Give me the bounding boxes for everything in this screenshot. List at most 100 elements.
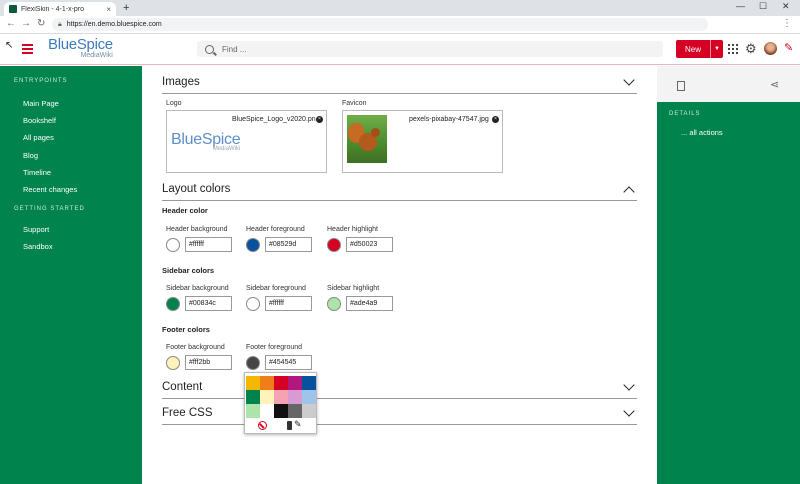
- all-actions-link[interactable]: ... all actions: [681, 128, 723, 137]
- palette-swatch[interactable]: [274, 390, 288, 404]
- palette-swatch[interactable]: [260, 404, 274, 418]
- palette-swatch[interactable]: [274, 376, 288, 390]
- apps-grid-icon[interactable]: [728, 44, 738, 54]
- content-section-header[interactable]: Content: [162, 379, 637, 399]
- palette-swatch[interactable]: [246, 404, 260, 418]
- sidebar-item-bookshelf[interactable]: Bookshelf: [0, 116, 56, 125]
- favicon-filename: pexels-pixabay-47547.jpg: [409, 116, 489, 123]
- sidebar-foreground-swatch[interactable]: [246, 296, 260, 311]
- browser-tab[interactable]: FlexiSkin - 4-1-x-pro ×: [4, 2, 116, 16]
- header-background-swatch[interactable]: [166, 237, 180, 252]
- favicon-remove-icon[interactable]: ×: [492, 116, 499, 123]
- free-css-section-header[interactable]: Free CSS: [162, 405, 637, 425]
- sidebar-foreground-input[interactable]: #ffffff: [265, 296, 312, 311]
- hamburger-menu-icon[interactable]: [22, 44, 33, 54]
- palette-swatch[interactable]: [246, 376, 260, 390]
- favicon-upload-box[interactable]: pexels-pixabay-47547.jpg ×: [342, 110, 503, 173]
- header-foreground-input[interactable]: #08529d: [265, 237, 312, 252]
- chevron-down-icon[interactable]: ▼: [710, 40, 724, 58]
- palette-swatch[interactable]: [260, 390, 274, 404]
- layout-colors-section-header[interactable]: Layout colors: [162, 183, 637, 201]
- new-button-label[interactable]: New: [676, 40, 711, 58]
- sidebar-foreground-field: Sidebar foreground #ffffff: [246, 285, 312, 311]
- palette-swatch[interactable]: [288, 376, 302, 390]
- sidebar-item-timeline[interactable]: Timeline: [0, 168, 51, 177]
- favicon-preview-image: [347, 115, 387, 163]
- palette-swatch[interactable]: [274, 404, 288, 418]
- sidebar-highlight-input[interactable]: #ade4a9: [346, 296, 393, 311]
- sidebar-background-swatch[interactable]: [166, 296, 180, 311]
- header-foreground-swatch[interactable]: [246, 237, 260, 252]
- header-highlight-input[interactable]: #d50023: [346, 237, 393, 252]
- logo-sub-text: MediaWiki: [80, 52, 113, 59]
- mouse-cursor-icon: ↖: [5, 40, 14, 51]
- palette-swatch[interactable]: [302, 390, 316, 404]
- gear-icon[interactable]: ⚙: [745, 41, 757, 57]
- palette-swatch[interactable]: [260, 376, 274, 390]
- sidebar-item-all-pages[interactable]: All pages: [0, 133, 54, 142]
- search-placeholder: Find ...: [222, 44, 247, 54]
- browser-tabstrip: FlexiSkin - 4-1-x-pro × + — ☐ ✕: [0, 0, 800, 16]
- new-tab-button[interactable]: +: [123, 2, 129, 14]
- palette-swatch[interactable]: [288, 390, 302, 404]
- browser-menu-icon[interactable]: ⋮: [782, 18, 792, 29]
- search-icon: [205, 44, 214, 54]
- images-section-header[interactable]: Images: [162, 74, 637, 94]
- maximize-button[interactable]: ☐: [759, 1, 767, 12]
- no-color-icon[interactable]: [258, 421, 267, 430]
- header-foreground-label: Header foreground: [246, 226, 305, 233]
- back-button[interactable]: ←: [6, 18, 16, 29]
- main-content: Images Logo BlueSpice_Logo_v2020.pn × Bl…: [142, 66, 657, 484]
- chevron-down-icon[interactable]: [623, 405, 635, 417]
- sidebar-background-label: Sidebar background: [166, 285, 229, 292]
- sidebar-item-main-page[interactable]: Main Page: [0, 99, 59, 108]
- header-highlight-swatch[interactable]: [327, 237, 341, 252]
- header-color-heading: Header color: [162, 206, 208, 215]
- footer-background-label: Footer background: [166, 344, 225, 351]
- site-logo[interactable]: BlueSpice MediaWiki: [48, 37, 113, 60]
- eyedropper-icon[interactable]: [287, 421, 292, 430]
- footer-foreground-input[interactable]: #454545: [265, 355, 312, 370]
- reload-button[interactable]: ↻: [37, 18, 45, 29]
- header-background-input[interactable]: #ffffff: [185, 237, 232, 252]
- chevron-up-icon[interactable]: [623, 186, 635, 198]
- logo-preview: BlueSpice MediaWiki: [171, 131, 241, 152]
- palette-swatch[interactable]: [302, 404, 316, 418]
- sidebar-section-entrypoints: ENTRYPOINTS: [14, 78, 68, 84]
- header-background-label: Header background: [166, 226, 228, 233]
- footer-background-swatch[interactable]: [166, 355, 180, 370]
- logo-label: Logo: [166, 100, 182, 107]
- avatar[interactable]: [764, 42, 777, 55]
- right-panel: ⋖ DETAILS ... all actions: [657, 66, 800, 484]
- search-input[interactable]: Find ...: [197, 41, 663, 57]
- sidebar-colors-heading: Sidebar colors: [162, 266, 215, 275]
- minimize-button[interactable]: —: [736, 1, 745, 11]
- forward-button[interactable]: →: [21, 18, 31, 29]
- edit-pin-icon[interactable]: ✎: [784, 41, 793, 54]
- sidebar-background-input[interactable]: #00834c: [185, 296, 232, 311]
- sidebar-item-sandbox[interactable]: Sandbox: [0, 242, 53, 251]
- new-button[interactable]: New ▼: [676, 40, 724, 58]
- url-text: https://en.demo.bluespice.com: [66, 21, 162, 28]
- custom-color-edit-icon[interactable]: ✎: [294, 419, 302, 430]
- sidebar-item-support[interactable]: Support: [0, 225, 49, 234]
- tab-close-icon[interactable]: ×: [106, 5, 111, 14]
- logo-filename: BlueSpice_Logo_v2020.pn: [232, 116, 316, 123]
- palette-swatch[interactable]: [288, 404, 302, 418]
- sidebar-item-blog[interactable]: Blog: [0, 151, 38, 160]
- tab-favicon-icon: [9, 5, 17, 13]
- document-icon[interactable]: [677, 81, 685, 91]
- chevron-down-icon[interactable]: [623, 74, 635, 86]
- window-close-button[interactable]: ✕: [782, 1, 790, 12]
- sidebar-item-recent-changes[interactable]: Recent changes: [0, 185, 77, 194]
- sidebar-highlight-swatch[interactable]: [327, 296, 341, 311]
- logo-remove-icon[interactable]: ×: [316, 116, 323, 123]
- footer-foreground-swatch[interactable]: [246, 355, 260, 370]
- palette-swatch[interactable]: [246, 390, 260, 404]
- palette-swatch[interactable]: [302, 376, 316, 390]
- footer-background-input[interactable]: #fff2bb: [185, 355, 232, 370]
- chevron-down-icon[interactable]: [623, 379, 635, 391]
- share-icon[interactable]: ⋖: [770, 78, 779, 91]
- logo-upload-box[interactable]: BlueSpice_Logo_v2020.pn × BlueSpice Medi…: [166, 110, 327, 173]
- url-field[interactable]: 🔒︎ https://en.demo.bluespice.com: [52, 18, 708, 31]
